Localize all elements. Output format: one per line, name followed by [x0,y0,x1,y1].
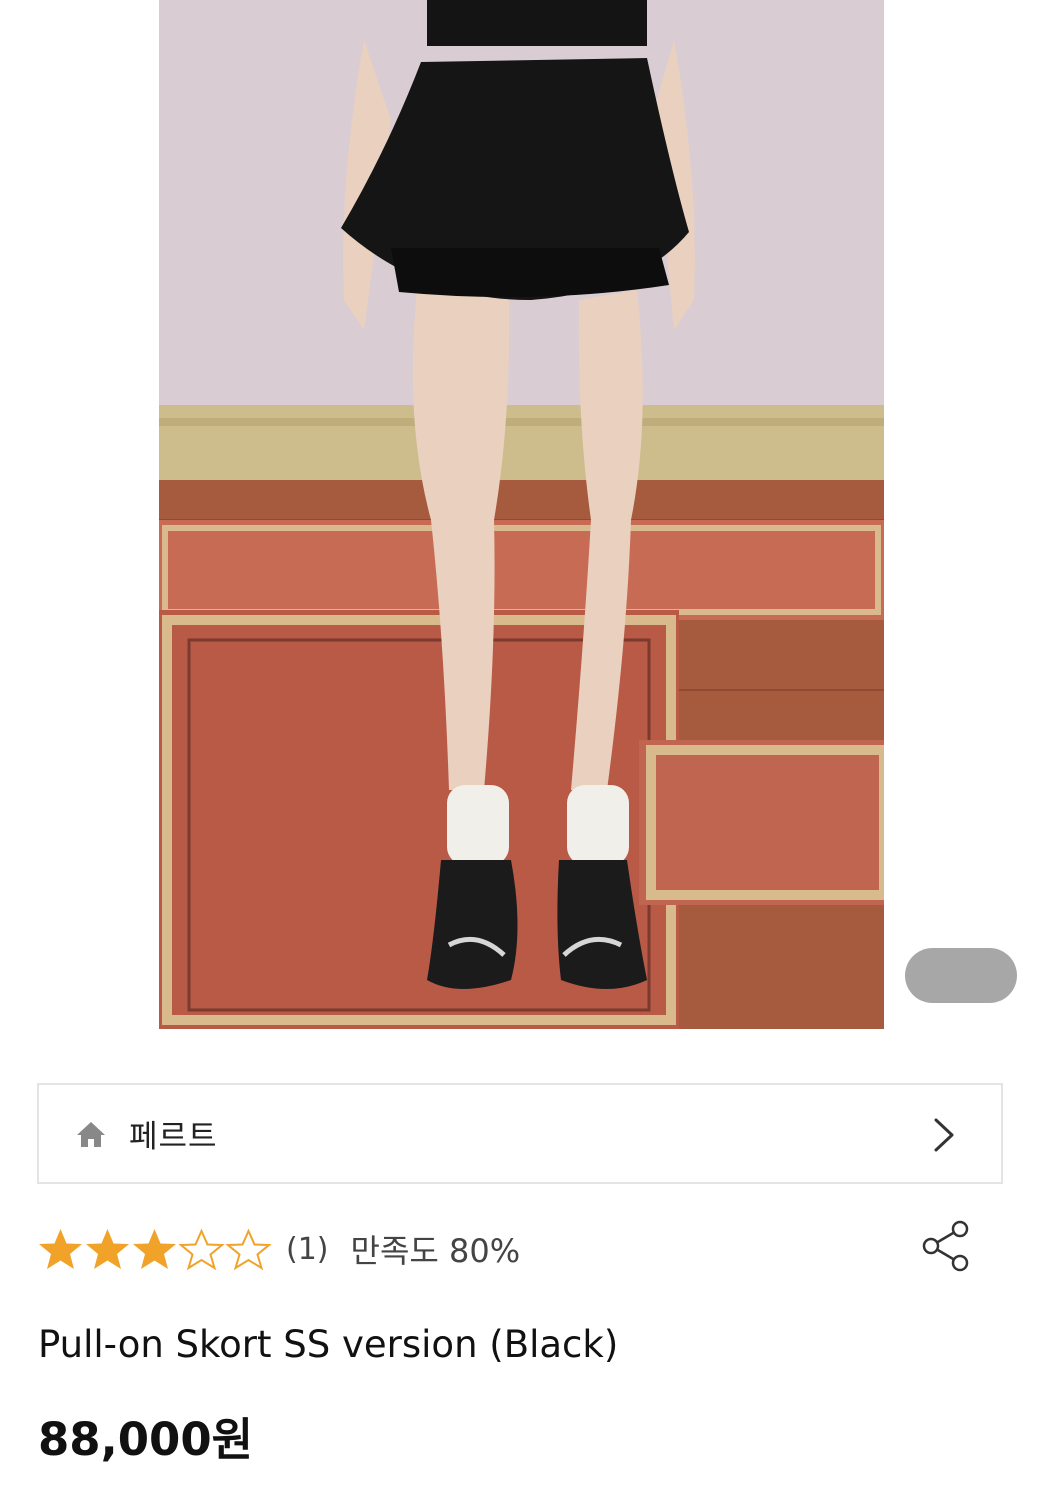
review-count[interactable]: (1) [286,1232,329,1267]
star-empty-icon [178,1228,225,1271]
star-rating [37,1227,272,1271]
share-icon[interactable] [918,1218,974,1274]
product-title: Pull-on Skort SS version (Black) [38,1323,619,1366]
star-filled-icon [133,1229,176,1269]
home-icon [77,1121,105,1147]
chevron-right-icon [934,1118,954,1152]
star-filled-icon [86,1229,129,1269]
brand-name: 페르트 [129,1119,218,1155]
star-empty-icon [225,1228,272,1271]
satisfaction-rate: 만족도 80% [350,1232,521,1270]
product-price: 88,000원 [38,1413,254,1466]
star-filled-icon [39,1229,82,1269]
rating-row[interactable]: (1) 만족도 80% [37,1224,520,1274]
product-image[interactable] [159,0,884,1029]
brand-link[interactable]: 페르트 [37,1083,1003,1184]
image-page-indicator [905,948,1017,1003]
